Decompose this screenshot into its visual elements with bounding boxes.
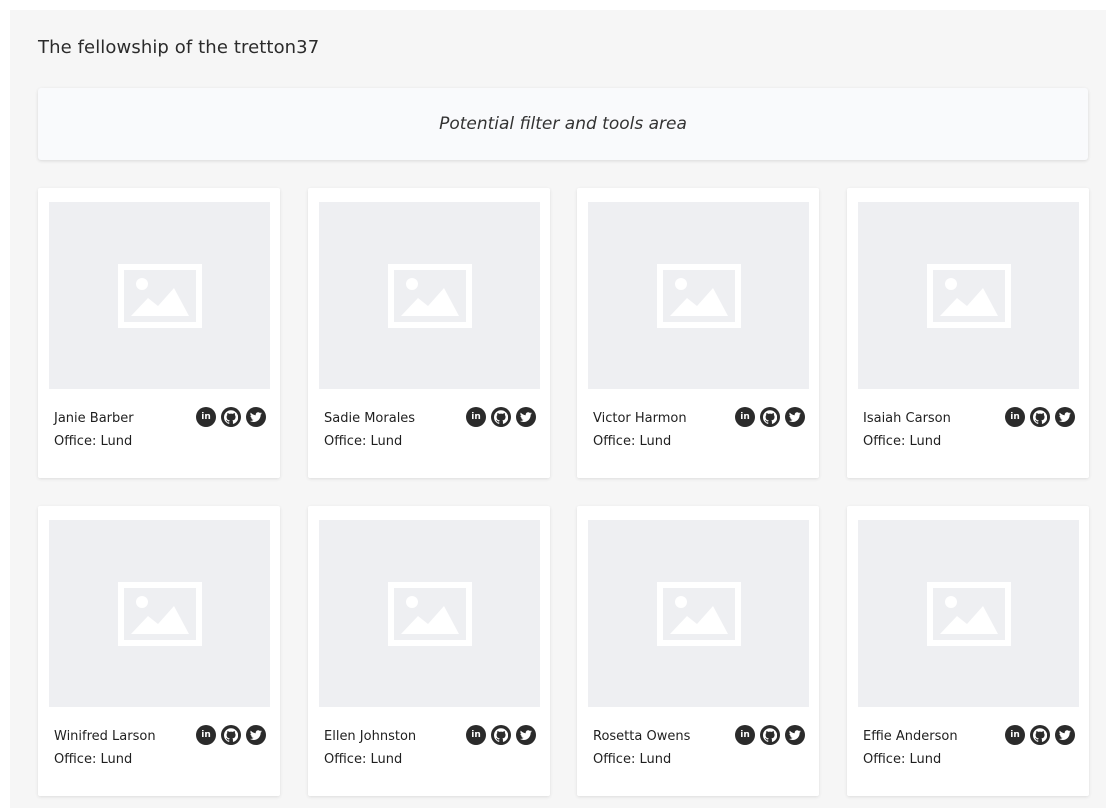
employee-name: Isaiah Carson xyxy=(863,411,951,426)
twitter-icon[interactable] xyxy=(785,725,805,745)
github-icon[interactable] xyxy=(221,407,241,427)
twitter-icon[interactable] xyxy=(516,407,536,427)
employee-card[interactable]: Janie Barber Office: Lund in xyxy=(38,188,280,478)
twitter-icon[interactable] xyxy=(785,407,805,427)
employee-name: Rosetta Owens xyxy=(593,729,691,744)
twitter-icon[interactable] xyxy=(246,725,266,745)
linkedin-glyph: in xyxy=(1010,411,1020,422)
image-placeholder-icon xyxy=(588,202,809,389)
filter-placeholder-text: Potential filter and tools area xyxy=(439,114,687,134)
social-links: in xyxy=(735,407,805,427)
linkedin-glyph: in xyxy=(740,729,750,740)
employee-name: Victor Harmon xyxy=(593,411,687,426)
image-placeholder-icon xyxy=(319,202,540,389)
page-title: The fellowship of the tretton37 xyxy=(38,37,320,58)
employee-office: Office: Lund xyxy=(593,434,672,449)
github-icon[interactable] xyxy=(491,725,511,745)
twitter-icon[interactable] xyxy=(516,725,536,745)
linkedin-glyph: in xyxy=(471,729,481,740)
linkedin-icon[interactable]: in xyxy=(466,407,486,427)
social-links: in xyxy=(1005,725,1075,745)
employee-card[interactable]: Effie Anderson Office: Lund in xyxy=(847,506,1089,796)
twitter-icon[interactable] xyxy=(1055,725,1075,745)
github-icon[interactable] xyxy=(1030,725,1050,745)
page: The fellowship of the tretton37 Potentia… xyxy=(10,10,1106,808)
employee-name: Sadie Morales xyxy=(324,411,416,426)
filter-tools-area: Potential filter and tools area xyxy=(38,88,1088,160)
image-placeholder-icon xyxy=(858,202,1079,389)
github-icon[interactable] xyxy=(760,725,780,745)
employee-office: Office: Lund xyxy=(324,752,403,767)
employee-card[interactable]: Rosetta Owens Office: Lund in xyxy=(577,506,819,796)
linkedin-icon[interactable]: in xyxy=(735,407,755,427)
social-links: in xyxy=(735,725,805,745)
employee-office: Office: Lund xyxy=(863,752,942,767)
github-icon[interactable] xyxy=(760,407,780,427)
linkedin-icon[interactable]: in xyxy=(1005,407,1025,427)
linkedin-icon[interactable]: in xyxy=(735,725,755,745)
linkedin-icon[interactable]: in xyxy=(196,725,216,745)
employee-card[interactable]: Winifred Larson Office: Lund in xyxy=(38,506,280,796)
social-links: in xyxy=(1005,407,1075,427)
linkedin-glyph: in xyxy=(201,729,211,740)
employee-name: Winifred Larson xyxy=(54,729,156,744)
social-links: in xyxy=(196,725,266,745)
linkedin-icon[interactable]: in xyxy=(466,725,486,745)
social-links: in xyxy=(466,725,536,745)
linkedin-glyph: in xyxy=(740,411,750,422)
image-placeholder-icon xyxy=(858,520,1079,707)
image-placeholder-icon xyxy=(49,202,270,389)
linkedin-icon[interactable]: in xyxy=(196,407,216,427)
github-icon[interactable] xyxy=(221,725,241,745)
employee-name: Ellen Johnston xyxy=(324,729,417,744)
employee-office: Office: Lund xyxy=(54,752,133,767)
twitter-icon[interactable] xyxy=(1055,407,1075,427)
linkedin-icon[interactable]: in xyxy=(1005,725,1025,745)
employee-office: Office: Lund xyxy=(54,434,133,449)
linkedin-glyph: in xyxy=(201,411,211,422)
linkedin-glyph: in xyxy=(471,411,481,422)
employee-card[interactable]: Sadie Morales Office: Lund in xyxy=(308,188,550,478)
employee-card[interactable]: Isaiah Carson Office: Lund in xyxy=(847,188,1089,478)
employee-name: Effie Anderson xyxy=(863,729,958,744)
social-links: in xyxy=(196,407,266,427)
employee-name: Janie Barber xyxy=(54,411,134,426)
linkedin-glyph: in xyxy=(1010,729,1020,740)
image-placeholder-icon xyxy=(588,520,809,707)
employee-card[interactable]: Victor Harmon Office: Lund in xyxy=(577,188,819,478)
employee-office: Office: Lund xyxy=(593,752,672,767)
twitter-icon[interactable] xyxy=(246,407,266,427)
image-placeholder-icon xyxy=(49,520,270,707)
social-links: in xyxy=(466,407,536,427)
employee-card[interactable]: Ellen Johnston Office: Lund in xyxy=(308,506,550,796)
github-icon[interactable] xyxy=(491,407,511,427)
employee-office: Office: Lund xyxy=(324,434,403,449)
image-placeholder-icon xyxy=(319,520,540,707)
employee-office: Office: Lund xyxy=(863,434,942,449)
github-icon[interactable] xyxy=(1030,407,1050,427)
